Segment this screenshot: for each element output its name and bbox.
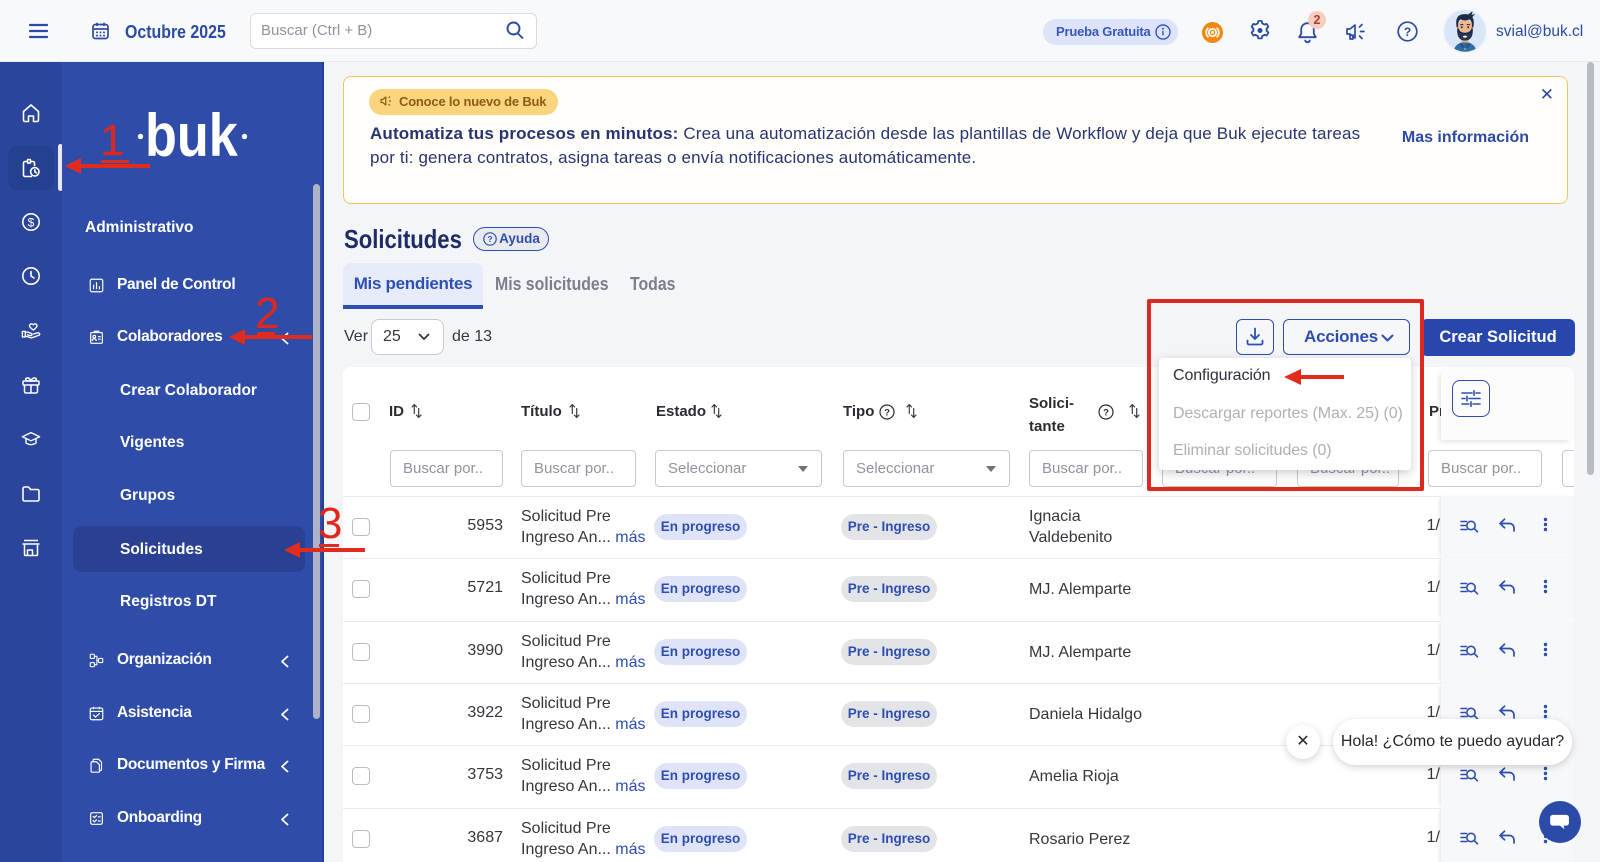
svg-text:?: ? <box>1404 25 1411 39</box>
svg-text:?: ? <box>884 407 890 418</box>
svg-text:?: ? <box>487 234 492 244</box>
svg-text:?: ? <box>1103 407 1109 418</box>
svg-text:$: $ <box>28 215 35 229</box>
